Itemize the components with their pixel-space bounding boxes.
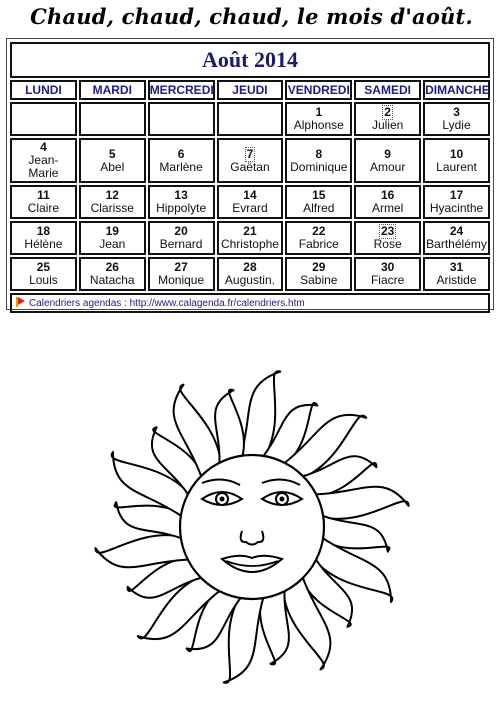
day-cell: 11 Claire [10,185,77,219]
weekday-lundi: LUNDI [10,80,77,100]
sun-ray [214,388,245,467]
empty-day-cell [216,102,284,136]
saint-name: Monique [158,273,205,287]
day-cell: 31 Aristide [423,257,490,291]
saint-name: Aristide [436,273,477,287]
saint-name: Lydie [442,118,471,132]
saint-name: Hyacinthe [429,201,484,215]
sun-drawing [94,370,410,684]
month-header: Août 2014 [10,42,490,78]
empty-day-cell [147,102,215,136]
day-cell: 26 Natacha [78,257,146,291]
day-cell: 15 Alfred [285,185,353,219]
saint-name: Natacha [89,273,135,287]
saint-name: Gaëtan [230,159,270,174]
day-cell: 18 Hélène [10,221,77,255]
flag-icon [16,297,25,307]
day-cell: 6 Marlène [147,138,215,183]
page-title: Chaud, chaud, chaud, le mois d'août. [30,4,473,29]
saint-name: Barthélémy [426,237,487,251]
weekday-mardi: MARDI [78,80,146,100]
empty-day-cell [78,102,146,136]
sun-illustration [80,322,440,707]
saint-name: Amour [369,159,406,174]
sun-ray [259,587,290,666]
day-cell: 4 Jean-Marie [10,138,77,183]
saint-name: Fiacre [370,273,405,287]
saint-name: Rose [373,237,402,251]
weekday-dimanche: DIMANCHE [423,80,490,100]
footer-link[interactable]: Calendriers agendas : http://www.calagen… [29,298,305,309]
day-cell: 20 Bernard [147,221,215,255]
day-cell: 28 Augustin. [216,257,284,291]
sun-face-circle [178,453,326,601]
month-title: Août 2014 [202,47,298,72]
day-cell: 12 Clarisse [78,185,146,219]
saint-name: Jean-Marie [28,153,59,180]
saint-name: Claire [27,201,60,215]
weekday-jeudi: JEUDI [216,80,284,100]
calendar: Août 2014 LUNDI MARDI MERCREDI JEUDI VENDRED… [6,38,494,313]
day-cell: 10 Laurent [423,138,490,183]
saint-name: Christophe [220,237,279,251]
day-cell: 14 Evrard [216,185,284,219]
week-row: 1 Alphonse 2 Julien 3 Lydie [10,102,490,136]
day-cell: 24 Barthélémy [423,221,490,255]
weekday-samedi: SAMEDI [354,80,422,100]
day-cell: 23 Rose [354,221,422,255]
saint-name: Jean [99,237,126,251]
day-cell: 3 Lydie [423,102,490,136]
saint-name: Louis [29,273,58,287]
saint-name: Fabrice [298,237,339,251]
day-cell: 30 Fiacre [354,257,422,291]
day-cell: 19 Jean [78,221,146,255]
saint-name: Alphonse [293,118,344,132]
saint-name: Julien [371,118,404,132]
day-cell: 21 Christophe [216,221,284,255]
saint-name: Augustin. [224,273,275,287]
footer-cell: Calendriers agendas : http://www.calagen… [10,293,490,313]
day-cell: 7 Gaëtan [216,138,284,183]
weekday-header-row: LUNDI MARDI MERCREDI JEUDI VENDREDI SAMEDI DIM… [10,80,490,100]
saint-name: Evrard [232,201,268,215]
day-cell: 27 Monique [147,257,215,291]
day-cell: 5 Abel [78,138,146,183]
saint-name: Hélène [24,237,63,251]
saint-name: Armel [371,201,404,215]
saint-name: Dominique [290,159,348,174]
pupil [279,496,285,502]
saint-name: Laurent [436,159,477,174]
saint-name: Hippolyte [156,201,207,215]
week-row: 11 Claire 12 Clarisse 13 Hippolyte 14 Evrard 15 A… [10,185,490,219]
pupil [219,496,225,502]
weekday-vendredi: VENDREDI [285,80,353,100]
saint-name: Abel [100,159,125,174]
day-cell: 8 Dominique [285,138,353,183]
empty-day-cell [10,102,77,136]
calendar-table: Août 2014 LUNDI MARDI MERCREDI JEUDI VENDRED… [8,40,492,315]
day-cell: 16 Armel [354,185,422,219]
day-cell: 29 Sabine [285,257,353,291]
day-cell: 1 Alphonse [285,102,353,136]
day-cell: 17 Hyacinthe [423,185,490,219]
saint-name: Bernard [159,237,203,251]
saint-name: Clarisse [90,201,134,215]
week-row: 4 Jean-Marie 5 Abel 6 Marlène 7 Gaëtan 8 Dominiqu… [10,138,490,183]
saint-name: Sabine [300,273,338,287]
week-row: 25 Louis 26 Natacha 27 Monique 28 Augustin. 29 Sa… [10,257,490,291]
saint-name: Alfred [303,201,335,215]
day-cell: 22 Fabrice [285,221,353,255]
footer-row: Calendriers agendas : http://www.calagen… [10,293,490,313]
day-cell: 13 Hippolyte [147,185,215,219]
weekday-mercredi: MERCREDI [147,80,215,100]
day-cell: 9 Amour [354,138,422,183]
week-row: 18 Hélène 19 Jean 20 Bernard 21 Christophe 22 Fab… [10,221,490,255]
day-cell: 2 Julien [354,102,422,136]
day-cell: 25 Louis [10,257,77,291]
saint-name: Marlène [159,159,203,174]
